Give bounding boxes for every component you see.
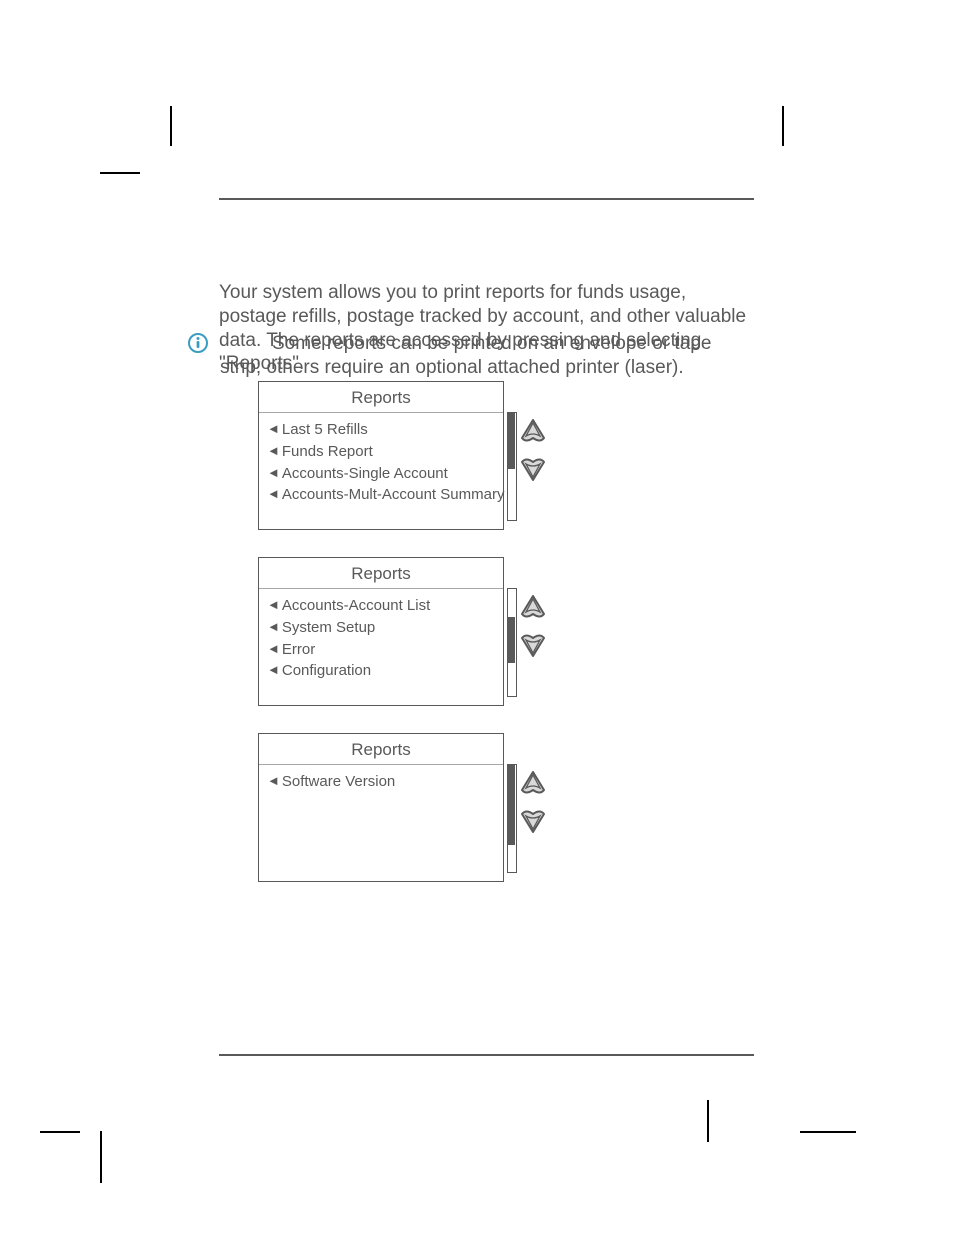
panel-title: Reports [259,382,503,413]
list-item[interactable]: ◄Last 5 Refills [267,419,495,441]
list-item[interactable]: ◄Software Version [267,771,495,793]
down-arrow-button[interactable] [520,453,546,483]
down-arrow-button[interactable] [520,805,546,835]
down-arrow-button[interactable] [520,629,546,659]
reports-panel-3: Reports ◄Software Version [258,733,504,882]
list-item[interactable]: ◄Accounts-Account List [267,595,495,617]
panel-title: Reports [259,734,503,765]
list-item[interactable]: ◄Configuration [267,660,495,682]
reports-panel-1: Reports ◄Last 5 Refills ◄Funds Report ◄A… [258,381,504,530]
panel-title: Reports [259,558,503,589]
up-arrow-button[interactable] [520,593,546,623]
list-item[interactable]: ◄Accounts-Mult-Account Summary [267,484,495,506]
list-item[interactable]: ◄Accounts-Single Account [267,463,495,485]
scrollbar[interactable] [507,588,517,697]
up-arrow-button[interactable] [520,769,546,799]
scrollbar[interactable] [507,764,517,873]
list-item[interactable]: ◄Funds Report [267,441,495,463]
list-item[interactable]: ◄Error [267,639,495,661]
up-arrow-button[interactable] [520,417,546,447]
info-icon [187,332,209,354]
scrollbar[interactable] [507,412,517,521]
list-item[interactable]: ◄System Setup [267,617,495,639]
note-text: Some reports can be printed on an envelo… [220,332,757,380]
reports-panel-2: Reports ◄Accounts-Account List ◄System S… [258,557,504,706]
